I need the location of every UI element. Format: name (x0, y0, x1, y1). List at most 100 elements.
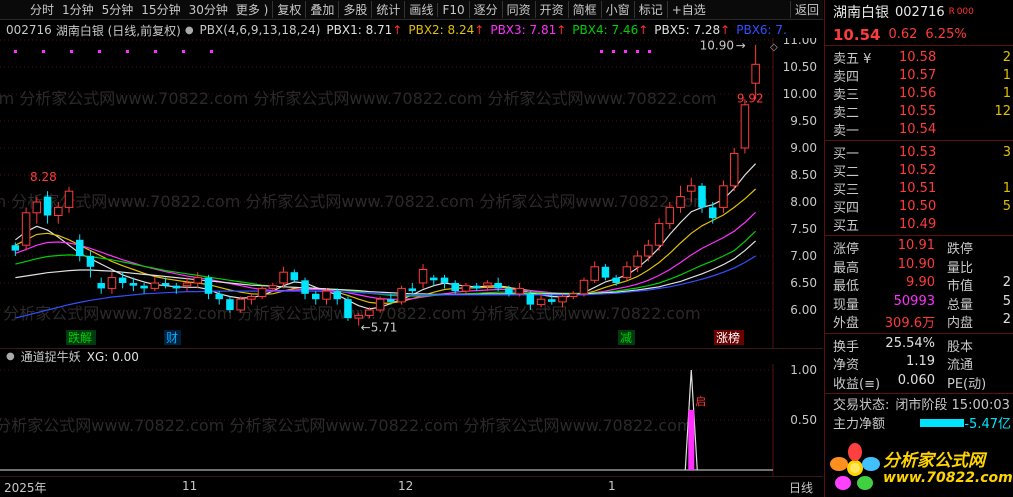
candle-body (32, 201, 42, 214)
x-label-jan: 1 (608, 479, 616, 493)
pbx-value-6: PBX6: 7. (736, 23, 787, 37)
ask-row-4[interactable]: 卖二 10.55 12 (825, 102, 1013, 121)
chart-info-bar: 002716 湖南白银 (日线,前复权) ● PBX(4,6,9,13,18,2… (0, 21, 823, 39)
tool-button-13[interactable]: 返回 (789, 1, 823, 18)
y-tick-label: 10.50 (783, 60, 817, 74)
event-marker-2[interactable]: 减 (620, 331, 632, 345)
event-marker-1[interactable]: 财 (166, 331, 178, 345)
candle-body (397, 287, 406, 303)
x-label-nov: 11 (182, 479, 198, 493)
tool-button-5[interactable]: F10 (437, 2, 468, 17)
period-toolbar: 分时 1分钟 5分钟 15分钟 30分钟 更多 ) 复权 叠加 多股 统计 画线 F10 逐分 同资 开资简… (0, 0, 823, 20)
tool-button-2[interactable]: 多股 (338, 1, 371, 18)
ask-price: 10.56 (899, 85, 937, 101)
tool-button-0[interactable]: 复权 (272, 1, 305, 18)
bid-row-5[interactable]: 买五 10.49 (825, 215, 1013, 234)
candle-body (483, 282, 492, 287)
pbx-value-1: PBX1: 8.71 (326, 23, 393, 37)
bid-row-1[interactable]: 买一 10.53 3 (825, 143, 1013, 162)
candle-body (172, 285, 181, 289)
tool-button-3[interactable]: 统计 (371, 1, 404, 18)
candle-body (505, 288, 513, 294)
x-label-period[interactable]: 日线 (789, 479, 813, 496)
stat-key-2: 股本 (947, 339, 974, 355)
stat-row: 收益(≡) 0.060 PE(动) (825, 373, 1013, 392)
bid-row-4[interactable]: 买四 10.50 5 (825, 197, 1013, 216)
stat-value-2: 2 (1002, 275, 1011, 290)
top-arrow-icon: → (736, 38, 746, 52)
main-flow-bar (920, 419, 964, 427)
pbx-values: PBX1: 8.71↑ PBX2: 8.24↑ PBX3: 7.81↑ PBX4: 7… (320, 23, 786, 37)
top-price-label: 10.90 (700, 38, 734, 52)
indicator-param[interactable]: PBX(4,6,9,13,18,24) (200, 23, 321, 37)
candlestick-chart[interactable]: 11.00 10.50 10.00 9.50 9.00 8.50 8.00 7.50 7.00 6… (0, 38, 823, 348)
bid-price: 10.51 (899, 180, 937, 196)
signal-dot (612, 50, 615, 53)
tool-button-6[interactable]: 逐分 (468, 1, 502, 18)
panel-stock-code: 002716 (895, 4, 945, 20)
candle-body (633, 255, 642, 268)
bid-row-2[interactable]: 买二 10.52 (825, 161, 1013, 180)
ask-label: 卖五 ¥ (833, 51, 872, 67)
signal-dot (126, 50, 129, 53)
bid-price: 10.49 (899, 216, 937, 232)
y-tick-label: 6.00 (790, 303, 817, 317)
period-tab-3[interactable]: 15分钟 (137, 1, 184, 18)
stat-value: 1.19 (906, 354, 935, 369)
tool-button-12[interactable]: +自选 (666, 1, 710, 18)
stat-key: 最高 (833, 260, 860, 276)
trade-status-value: 闭市阶段 15:00:03 (895, 398, 1010, 413)
bid-row-3[interactable]: 买三 10.51 1 (825, 179, 1013, 198)
tool-button-1[interactable]: 叠加 (305, 1, 338, 18)
ask-row-3[interactable]: 卖三 10.56 1 (825, 84, 1013, 103)
ask-price: 10.54 (899, 121, 937, 137)
candle-body (751, 63, 760, 84)
period-tab-0[interactable]: 分时 (0, 1, 58, 18)
candle-body (375, 298, 385, 311)
event-marker-3[interactable]: 涨榜 (716, 330, 740, 345)
y-tick-label: 9.50 (790, 114, 817, 128)
candle-body (622, 266, 632, 279)
ask-row-2[interactable]: 卖四 10.57 1 (825, 66, 1013, 85)
tool-button-11[interactable]: 标记 (633, 1, 667, 18)
stat-key: 外盘 (833, 316, 860, 331)
candle-body (290, 272, 299, 281)
period-tab-5[interactable]: 更多 ) (232, 1, 273, 18)
ask-row-5[interactable]: 卖一 10.54 (825, 120, 1013, 139)
tool-button-10[interactable]: 小窗 (600, 1, 634, 18)
signal-bar (688, 410, 695, 470)
indicator-chart[interactable]: 1.00 0.50 启 (0, 364, 823, 476)
period-tab-1[interactable]: 1分钟 (58, 1, 98, 18)
tool-button-9[interactable]: 简框 (567, 1, 601, 18)
ask-label: 卖一 (833, 123, 860, 139)
candle-body (312, 293, 320, 300)
candle-body (226, 299, 234, 310)
indicator-title[interactable]: 通道捉牛妖 (21, 348, 81, 365)
dropdown-triangle-icon[interactable]: ● (185, 25, 194, 36)
pbx-value-4: PBX4: 7.46 (572, 23, 639, 37)
stat-row: 净资 1.19 流通 (825, 354, 1013, 373)
tool-button-4[interactable]: 画线 (404, 1, 437, 18)
indicator-dropdown-icon[interactable]: ● (6, 351, 15, 362)
period-tab-2[interactable]: 5分钟 (98, 1, 138, 18)
last-price: 10.54 (833, 25, 881, 44)
candle-body (268, 285, 278, 289)
event-marker-0[interactable]: 跌解 (68, 330, 92, 345)
stat-key-2: 总量 (947, 297, 974, 313)
diamond-icon[interactable]: ◇ (770, 42, 778, 53)
stat-key: 收益(≡) (833, 376, 881, 392)
period-tab-4[interactable]: 30分钟 (185, 1, 232, 18)
stat-row: 最低 9.90 市值 2 (825, 275, 1013, 294)
candle-body (387, 299, 395, 302)
stat-row: 换手 25.54% 股本 (825, 336, 1013, 355)
indicator-xg-value: XG: 0.00 (86, 349, 139, 364)
ask-row-1[interactable]: 卖五 ¥ 10.58 2 (825, 48, 1013, 67)
tool-button-7[interactable]: 同资 (501, 1, 535, 18)
signal-dot (14, 50, 17, 53)
tool-button-8[interactable]: 开资 (534, 1, 568, 18)
stat-key: 涨停 (833, 242, 860, 257)
candle-body (654, 223, 664, 246)
y-tick-label: 6.50 (790, 276, 817, 290)
stat-key-2: 量比 (947, 260, 974, 276)
candle-body (612, 277, 620, 283)
